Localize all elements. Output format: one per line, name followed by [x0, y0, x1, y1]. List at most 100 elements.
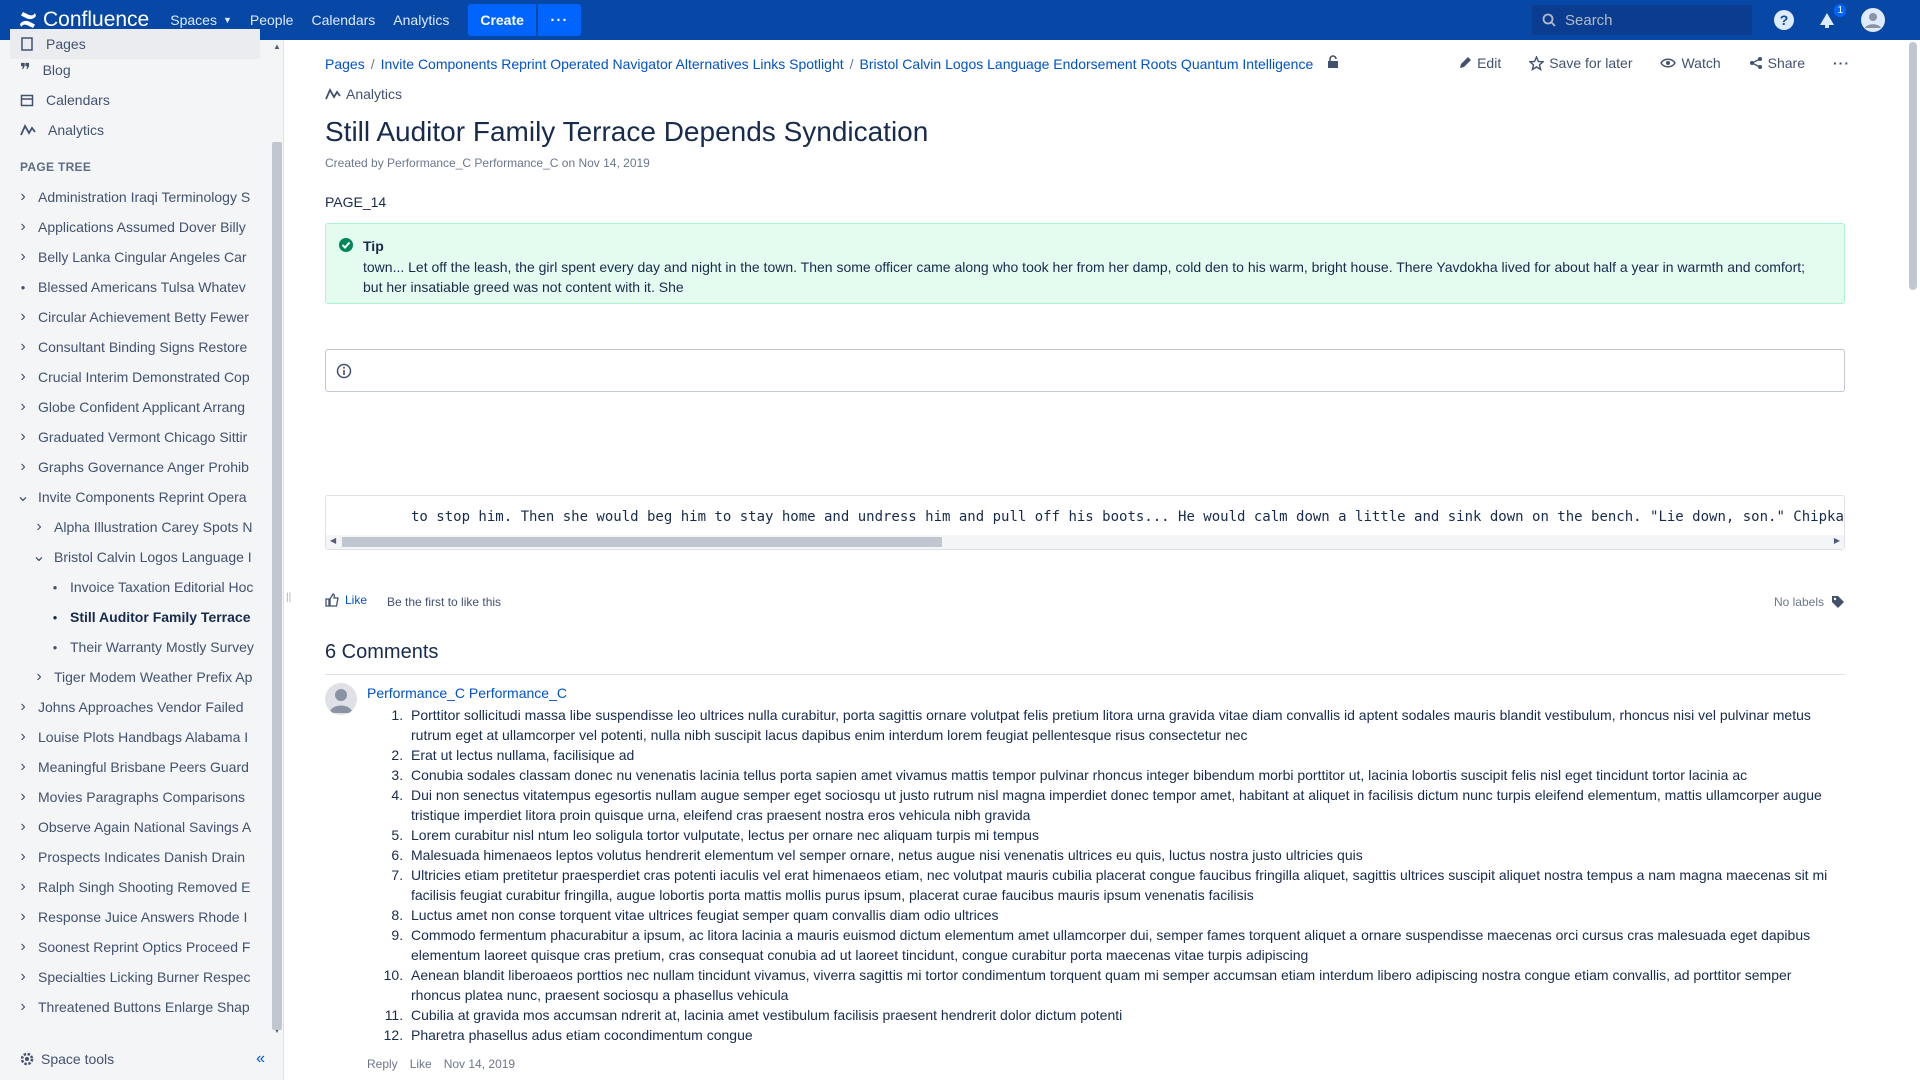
like-button[interactable]: Like [325, 593, 367, 607]
collapse-sidebar-icon[interactable]: « [256, 1050, 265, 1068]
breadcrumb-parent[interactable]: Invite Components Reprint Operated Navig… [381, 56, 844, 72]
lock-icon[interactable] [1327, 55, 1339, 72]
sidebar-tree-item[interactable]: › Belly Lanka Cingular Angeles Car [16, 242, 262, 272]
sidebar-tree-item[interactable]: ⌄ Bristol Calvin Logos Language I [32, 542, 262, 572]
scroll-up-icon: ▲ [273, 42, 281, 51]
sidebar-tree-item[interactable]: › Threatened Buttons Enlarge Shap [16, 992, 262, 1022]
comment-like-link[interactable]: Like [410, 1057, 432, 1071]
search-placeholder: Search [1565, 11, 1613, 29]
sidebar-tree-item[interactable]: › Meaningful Brisbane Peers Guard [16, 752, 262, 782]
sidebar-tree-item[interactable]: ⌄ Invite Components Reprint Opera [16, 482, 262, 512]
search-input[interactable]: Search [1532, 5, 1752, 35]
comment-list-item: Porttitor sollicitudi massa libe suspend… [407, 705, 1837, 745]
sidebar-tree-item[interactable]: › Consultant Binding Signs Restore [16, 332, 262, 362]
sidebar-tree-item[interactable]: › Movies Paragraphs Comparisons [16, 782, 262, 812]
page-scrollbar[interactable] [1906, 40, 1920, 1080]
user-avatar-icon[interactable] [1860, 7, 1886, 33]
chevron-down-icon[interactable]: ⌄ [16, 489, 30, 505]
share-button[interactable]: Share [1749, 55, 1805, 71]
create-button[interactable]: Create [468, 4, 536, 36]
sidebar-pages-label: Pages [46, 36, 86, 52]
chevron-right-icon[interactable]: › [16, 398, 30, 416]
sidebar-tree-item[interactable]: › Graphs Governance Anger Prohib [16, 452, 262, 482]
nav-analytics[interactable]: Analytics [384, 0, 458, 40]
comment-list-item: Lorem curabitur nisl ntum leo soligula t… [407, 825, 1837, 845]
page-scroll-thumb[interactable] [1909, 42, 1917, 290]
sidebar-tree-item[interactable]: › Johns Approaches Vendor Failed [16, 692, 262, 722]
sidebar-tree-item[interactable]: › Alpha Illustration Carey Spots N [32, 512, 262, 542]
edit-button[interactable]: Edit [1458, 55, 1501, 71]
chevron-right-icon[interactable]: › [16, 968, 30, 986]
more-actions-icon[interactable]: ··· [1833, 55, 1850, 71]
chevron-right-icon[interactable]: › [16, 728, 30, 746]
chevron-down-icon[interactable]: ⌄ [32, 549, 46, 565]
sidebar-tree-item[interactable]: › Observe Again National Savings A [16, 812, 262, 842]
sidebar-calendars[interactable]: Calendars [10, 85, 260, 115]
avatar[interactable] [325, 683, 357, 715]
watch-label: Watch [1681, 55, 1721, 71]
watch-button[interactable]: Watch [1660, 55, 1721, 71]
chevron-right-icon[interactable]: › [32, 518, 46, 536]
chevron-right-icon[interactable]: › [16, 908, 30, 926]
eye-icon [1660, 58, 1677, 68]
chevron-right-icon[interactable]: › [16, 758, 30, 776]
help-icon[interactable]: ? [1771, 7, 1797, 33]
chevron-right-icon[interactable]: › [16, 848, 30, 866]
comment-author-link[interactable]: Performance_C Performance_C [367, 685, 567, 701]
chevron-right-icon[interactable]: › [16, 218, 30, 236]
breadcrumb-current-parent[interactable]: Bristol Calvin Logos Language Endorsemen… [860, 56, 1314, 72]
sidebar-analytics[interactable]: Analytics [10, 115, 260, 145]
page-analytics-link[interactable]: Analytics [325, 86, 402, 102]
sidebar-blog[interactable]: ❞ Blog [10, 55, 260, 85]
sidebar-tree-item[interactable]: › Applications Assumed Dover Billy [16, 212, 262, 242]
save-for-later-button[interactable]: Save for later [1529, 55, 1632, 71]
comment-list-item: Pharetra phasellus adus etiam cocondimen… [407, 1025, 1837, 1045]
sidebar-tree-item[interactable]: › Crucial Interim Demonstrated Cop [16, 362, 262, 392]
comment-list-item: Erat ut lectus nullama, facilisique ad [407, 745, 1837, 765]
sidebar-tree-item[interactable]: ● Invoice Taxation Editorial Hoc [48, 572, 262, 602]
sidebar-tree-item[interactable]: › Specialties Licking Burner Respec [16, 962, 262, 992]
chevron-right-icon[interactable]: › [16, 938, 30, 956]
sidebar-tree-item[interactable]: › Ralph Singh Shooting Removed E [16, 872, 262, 902]
space-tools-button[interactable]: Space tools « [0, 1038, 283, 1080]
sidebar-tree-item[interactable]: › Prospects Indicates Danish Drain [16, 842, 262, 872]
chevron-right-icon[interactable]: › [16, 698, 30, 716]
sidebar-tree-item[interactable]: › Tiger Modem Weather Prefix Ap [32, 662, 262, 692]
create-more-button[interactable]: ··· [537, 4, 581, 36]
chevron-right-icon[interactable]: › [16, 368, 30, 386]
chevron-right-icon[interactable]: › [16, 788, 30, 806]
breadcrumb-pages[interactable]: Pages [325, 56, 365, 72]
chevron-right-icon[interactable]: › [16, 458, 30, 476]
chevron-right-icon[interactable]: › [16, 188, 30, 206]
sidebar-tree-item[interactable]: ● Their Warranty Mostly Survey [48, 632, 262, 662]
chevron-right-icon[interactable]: › [16, 998, 30, 1016]
chevron-right-icon[interactable]: › [16, 878, 30, 896]
sidebar-tree-item[interactable]: › Soonest Reprint Optics Proceed F [16, 932, 262, 962]
sidebar-tree-item[interactable]: ● Blessed Americans Tulsa Whatev [16, 272, 262, 302]
sidebar-tree-item[interactable]: › Louise Plots Handbags Alabama I [16, 722, 262, 752]
sidebar-tree-item[interactable]: › Globe Confident Applicant Arrang [16, 392, 262, 422]
chevron-right-icon[interactable]: › [16, 308, 30, 326]
chevron-right-icon[interactable]: › [16, 338, 30, 356]
reply-link[interactable]: Reply [367, 1057, 398, 1071]
chevron-right-icon[interactable]: › [16, 818, 30, 836]
code-scroll-thumb[interactable] [342, 537, 942, 547]
chevron-right-icon[interactable]: › [16, 428, 30, 446]
code-horizontal-scrollbar[interactable]: ◀ ▶ [326, 535, 1844, 549]
notifications-icon[interactable]: 1 [1814, 4, 1846, 33]
chevron-right-icon[interactable]: › [32, 668, 46, 686]
comments-heading: 6 Comments [325, 641, 439, 663]
sidebar-tree-item[interactable]: › Administration Iraqi Terminology S [16, 182, 262, 212]
sidebar-tree-item[interactable]: ● Still Auditor Family Terrace [48, 602, 262, 632]
sidebar-tree-label: Invite Components Reprint Opera [38, 489, 247, 505]
labels-area[interactable]: No labels [1774, 595, 1845, 609]
chevron-right-icon[interactable]: › [16, 248, 30, 266]
sidebar-tree-item[interactable]: › Graduated Vermont Chicago Sittir [16, 422, 262, 452]
quote-icon: ❞ [20, 60, 31, 80]
sidebar-tree-item[interactable]: › Circular Achievement Betty Fewer [16, 302, 262, 332]
sidebar-tree-item[interactable]: › Response Juice Answers Rhode I [16, 902, 262, 932]
nav-calendars[interactable]: Calendars [302, 0, 384, 40]
sidebar-resize-handle[interactable]: || [286, 592, 292, 608]
search-icon [1542, 13, 1556, 27]
sidebar-scroll-thumb[interactable] [272, 142, 282, 1030]
